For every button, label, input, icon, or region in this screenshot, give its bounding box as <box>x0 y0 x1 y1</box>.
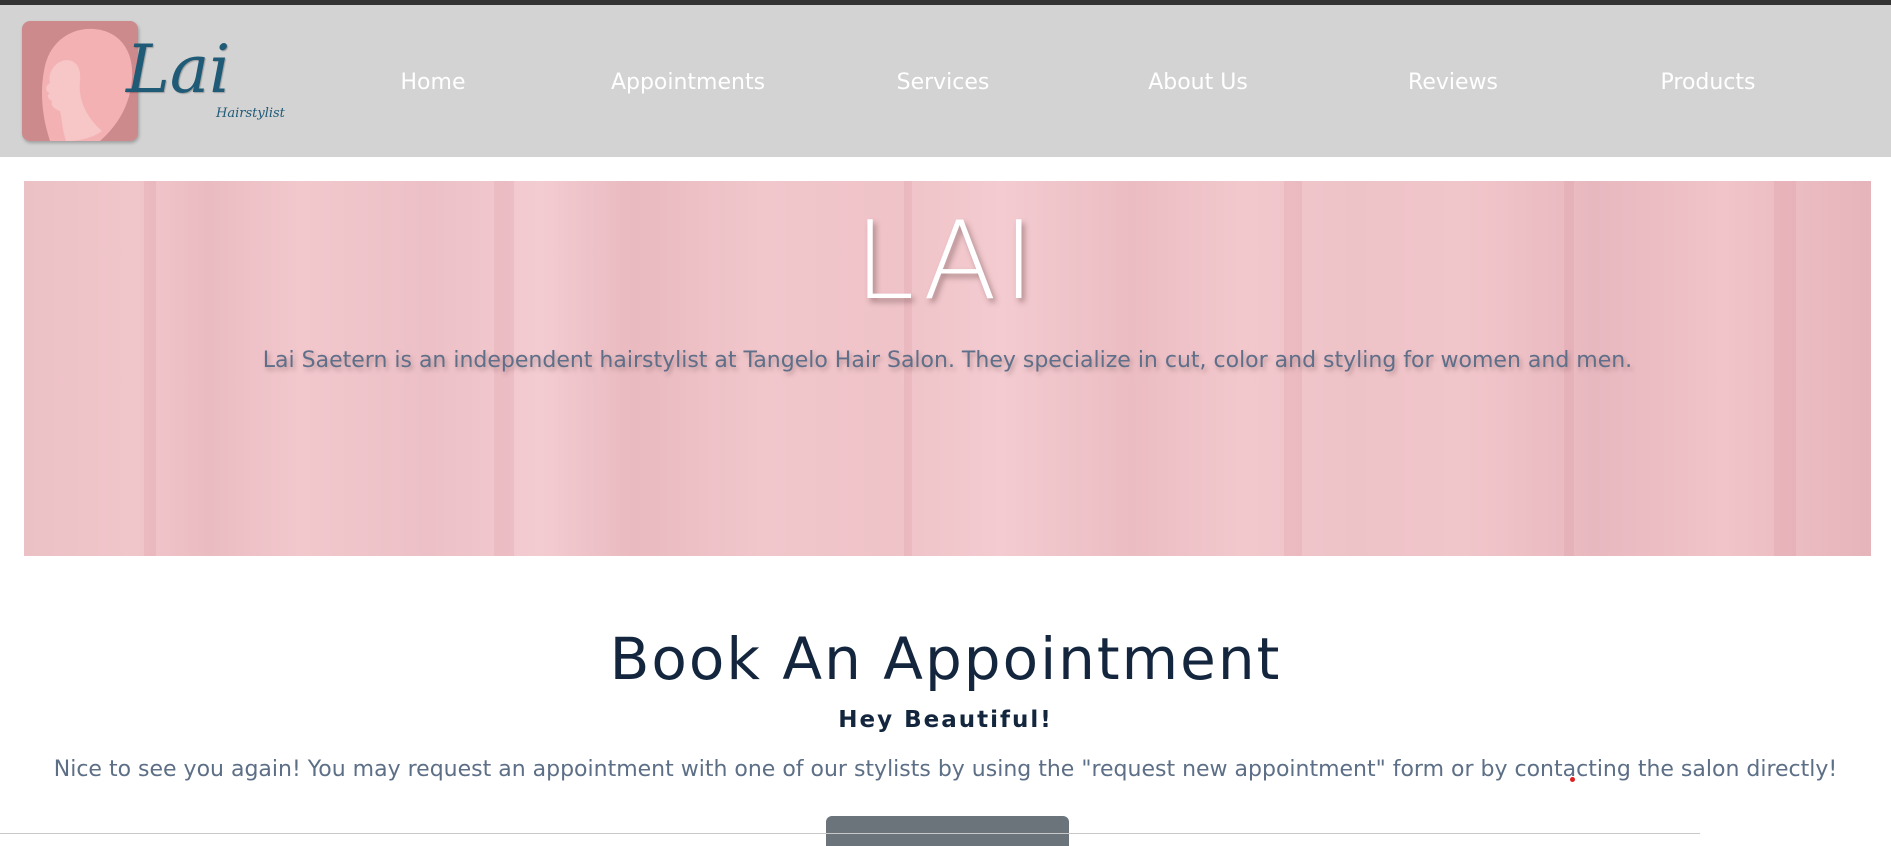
booking-subtitle: Hey Beautiful! <box>838 707 1053 733</box>
cursor-marker <box>1570 777 1575 782</box>
navbar: Lai Hairstylist Home Appointments Servic… <box>0 5 1891 157</box>
nav-home[interactable]: Home <box>401 70 466 95</box>
request-appointment-button[interactable] <box>826 816 1069 846</box>
logo-silhouette-icon <box>22 21 138 141</box>
logo-wordmark: Lai <box>126 31 231 108</box>
hero-title: LAI <box>854 199 1041 324</box>
nav-products[interactable]: Products <box>1661 70 1756 95</box>
nav-about-us[interactable]: About Us <box>1148 70 1248 95</box>
booking-title: Book An Appointment <box>609 625 1282 693</box>
booking-text: Nice to see you again! You may request a… <box>53 757 1838 782</box>
hero-description: Lai Saetern is an independent hairstylis… <box>262 348 1633 373</box>
logo[interactable]: Lai Hairstylist <box>22 21 292 151</box>
hero-banner: LAI Lai Saetern is an independent hairst… <box>24 181 1871 556</box>
nav-reviews[interactable]: Reviews <box>1408 70 1498 95</box>
nav-appointments[interactable]: Appointments <box>611 70 765 95</box>
divider <box>0 833 1700 834</box>
logo-subtitle: Hairstylist <box>216 106 285 121</box>
nav-services[interactable]: Services <box>897 70 990 95</box>
